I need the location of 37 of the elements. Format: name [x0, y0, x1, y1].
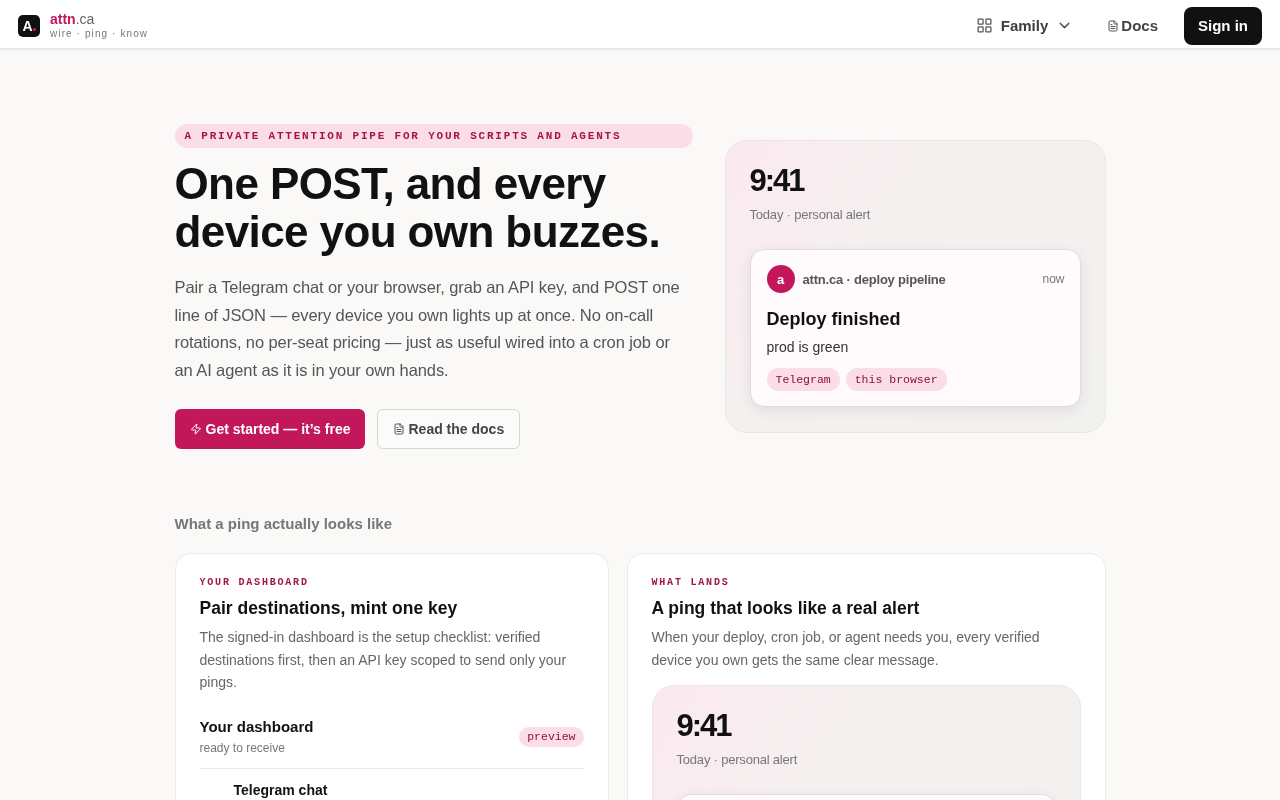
app-avatar: a [766, 265, 795, 293]
lock-subtitle: Today · personal alert [676, 752, 799, 768]
notification-source: attn.ca · deploy pipeline [802, 271, 947, 287]
file-icon [1107, 19, 1120, 32]
card-eyebrow: WHAT LANDS [651, 577, 731, 589]
lock-subtitle: Today · personal alert [749, 207, 872, 223]
file-icon [393, 423, 406, 435]
brand-tagline: wire · ping · know [50, 28, 149, 40]
destination-label: Telegram chat [233, 781, 328, 798]
card-eyebrow: YOUR DASHBOARD [199, 577, 310, 589]
dashboard-title: Your dashboard [199, 717, 314, 736]
family-menu-button[interactable]: Family [967, 11, 1082, 40]
card-text: The signed-in dashboard is the setup checklist: verified destinations first, then an API key scoped to send only your pings. [199, 628, 568, 692]
card-title: A ping that looks like a real alert [651, 597, 921, 619]
logo-mark: A [18, 14, 40, 37]
lock-time: 9:41 [749, 165, 806, 197]
brand-name[interactable]: attn.ca [50, 11, 149, 27]
section-label: What a ping actually looks like [174, 515, 394, 533]
notification-body: prod is green [766, 338, 850, 356]
channel-tag: this browser [845, 368, 947, 391]
get-started-button[interactable]: Get started — it’s free [174, 409, 366, 449]
lightning-icon [189, 423, 202, 435]
notification-title: Deploy finished [766, 308, 902, 330]
dashboard-status: ready to receive [199, 740, 286, 756]
grid-icon [975, 17, 993, 34]
card-title: Pair destinations, mint one key [199, 597, 459, 619]
card-text: When your deploy, cron job, or agent needs you, every verified device you own gets the same clear message. [651, 628, 1041, 670]
hero-lead: Pair a Telegram chat or your browser, grab an API key, and POST one line of JSON — every device you own lights up at once. No on-call rotations, no per-seat pricing — just as useful wired into a cron job or an AI agent as it is in your own hands. [174, 277, 681, 381]
read-docs-button[interactable]: Read the docs [377, 409, 521, 449]
docs-link[interactable]: Docs [1103, 11, 1162, 40]
channel-tag: Telegram [766, 368, 840, 391]
sign-in-button[interactable]: Sign in [1184, 6, 1262, 45]
hero-eyebrow: A PRIVATE ATTENTION PIPE FOR YOUR SCRIPTS AND AGENTS [174, 124, 693, 148]
hero-title: One POST, and every device you own buzzes. [174, 160, 662, 256]
notification-time: now [1042, 272, 1065, 286]
mode-badge: preview [519, 726, 584, 747]
lock-time: 9:41 [676, 710, 733, 742]
